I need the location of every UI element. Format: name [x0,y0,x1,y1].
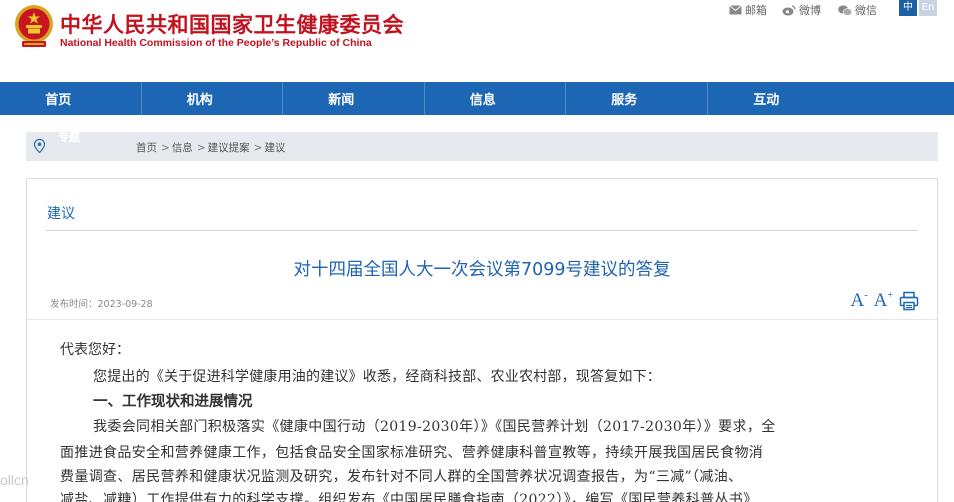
paragraph-line: 减盐、减糖）工作提供有力的科学支撑。组织发布《中国居民膳食指南（2022）》，编… [60,492,758,502]
tab-divider [46,230,918,231]
nav-item-organization[interactable]: 机构 [142,82,283,115]
lang-en-button[interactable]: En [919,0,937,16]
article-panel: 建议 对十四届全国人大一次会议第7099号建议的答复 发布时间：2023-09-… [26,178,938,502]
share-weibo-label: 微博 [799,4,821,17]
paragraph-line: 费量调查、居民营养和健康状况监测及研究，发布针对不同人群的全国营养状况调查报告，… [60,469,743,485]
minus-icon: - [864,290,868,301]
weibo-icon [782,4,796,15]
font-size-decrease-button[interactable]: A- [851,291,868,311]
publish-date-value: 2023-09-28 [97,299,153,310]
site-title-en[interactable]: National Health Commission of the People… [60,37,372,49]
salutation: 代表您好： [60,342,130,358]
plus-icon: + [887,290,893,301]
location-pin-icon [34,139,45,153]
site-header: 中华人民共和国国家卫生健康委员会 National Health Commiss… [0,0,954,82]
breadcrumb-home[interactable]: 首页 [136,142,157,154]
paragraph-intro: 您提出的《关于促进科学健康用油的建议》收悉，经商科技部、农业农村部，现答复如下： [93,369,661,385]
publish-date: 发布时间：2023-09-28 [50,296,153,310]
breadcrumb-separator: > [161,142,170,154]
mail-icon [729,5,742,15]
content-divider [27,319,937,320]
share-mail[interactable]: 邮箱 [729,2,767,18]
share-weibo[interactable]: 微博 [782,2,821,18]
article-title: 对十四届全国人大一次会议第7099号建议的答复 [293,260,671,280]
lang-zh-button[interactable]: 中 [899,0,917,16]
nav-item-home[interactable]: 首页 [0,82,142,115]
watermark-text: ollcn [0,472,29,488]
wechat-icon [838,5,852,16]
breadcrumb-proposals[interactable]: 建议提案 [208,142,250,154]
publish-date-label: 发布时间： [50,299,98,310]
paragraph-line: 我委会同相关部门积极落实《健康中国行动（2019-2030年）》《国民营养计划（… [93,419,776,435]
font-larger-label: A [873,290,888,311]
font-smaller-label: A [850,290,865,311]
share-wechat-label: 微信 [855,4,877,17]
main-nav: 首页 机构 新闻 信息 服务 互动 [0,82,954,115]
national-emblem-logo[interactable] [13,4,55,50]
breadcrumb-separator: > [196,142,206,154]
nav-item-services[interactable]: 服务 [566,82,708,115]
section-tab[interactable]: 建议 [47,203,75,223]
share-mail-label: 邮箱 [745,4,767,17]
breadcrumb-information[interactable]: 信息 [172,142,193,154]
breadcrumb: 专题 首页 > 信息 > 建议提案 > 建议 [26,131,938,161]
section-heading: 一、工作现状和进展情况 [93,394,253,410]
nav-item-interaction[interactable]: 互动 [708,82,850,115]
site-title-cn[interactable]: 中华人民共和国国家卫生健康委员会 [60,9,404,39]
print-icon[interactable] [899,291,919,311]
breadcrumb-trail: 首页 > 信息 > 建议提案 > 建议 [136,140,287,155]
breadcrumb-separator: > [253,142,263,154]
breadcrumb-suggestions[interactable]: 建议 [264,142,285,154]
share-wechat[interactable]: 微信 [838,2,877,18]
article-tools: A- A + [851,291,919,311]
paragraph-line: 面推进食品安全和营养健康工作，包括食品安全国家标准研究、营养健康科普宣教等，持续… [60,445,764,461]
breadcrumb-ghost-label: 专题 [58,131,80,144]
nav-item-information[interactable]: 信息 [425,82,566,115]
nav-item-news[interactable]: 新闻 [283,82,425,115]
font-size-increase-button[interactable]: A + [874,291,893,311]
